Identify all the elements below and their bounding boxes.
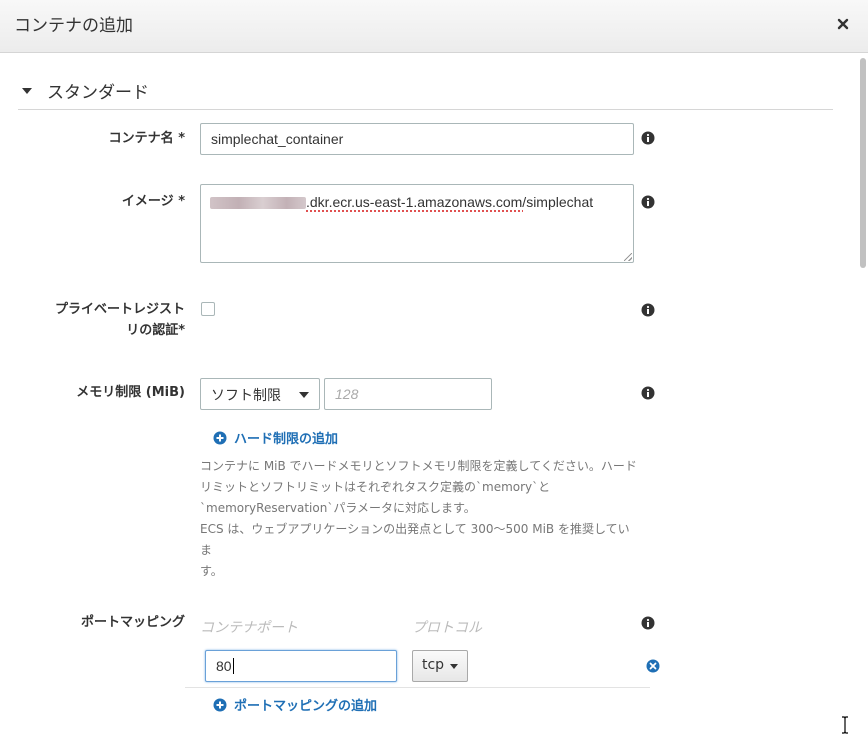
container-port-value: 80	[216, 658, 232, 674]
text-cursor-icon	[842, 716, 848, 734]
image-value: .dkr.ecr.us-east-1.amazonaws.com/simplec…	[306, 194, 594, 210]
image-label: イメージ *	[121, 194, 185, 209]
memory-limit-type-select[interactable]: ソフト制限	[200, 378, 320, 410]
row-divider	[185, 687, 650, 688]
protocol-header: プロトコル	[412, 620, 482, 636]
private-registry-checkbox[interactable]	[201, 302, 215, 316]
dialog-title: コンテナの追加	[14, 16, 133, 36]
add-hard-limit-link[interactable]: ハード制限の追加	[213, 428, 338, 447]
text-caret	[232, 658, 234, 674]
scrollbar[interactable]	[858, 54, 868, 736]
plus-circle-icon	[213, 431, 227, 444]
dialog-header: コンテナの追加	[0, 0, 868, 53]
protocol-dropdown-button[interactable]: tcp	[412, 650, 468, 682]
section-title: スタンダード	[47, 83, 149, 103]
private-registry-label-line2: リの認証*	[126, 323, 185, 338]
help-line: リミットとソフトリミットはそれぞれタスク定義の`memory`と	[200, 480, 551, 494]
help-line: ECS は、ウェブアプリケーションの出発点として 300～500 MiB を推奨…	[200, 522, 630, 557]
add-port-mapping-label: ポートマッピングの追加	[234, 699, 378, 714]
help-line: コンテナに MiB でハードメモリとソフトメモリ制限を定義してください。ハード	[200, 459, 637, 473]
caret-down-icon[interactable]	[22, 88, 32, 94]
chevron-down-icon	[299, 392, 309, 398]
info-icon[interactable]	[641, 303, 655, 317]
memory-limit-label: メモリ制限 (MiB)	[76, 385, 185, 400]
info-icon[interactable]	[641, 386, 655, 400]
container-name-label: コンテナ名 *	[108, 131, 185, 146]
close-icon[interactable]	[836, 17, 850, 31]
add-port-mapping-link[interactable]: ポートマッピングの追加	[213, 695, 377, 714]
section-standard-header[interactable]: スタンダード	[18, 78, 833, 110]
help-line: す。	[200, 564, 223, 578]
remove-circle-icon[interactable]	[646, 659, 660, 673]
info-icon[interactable]	[641, 616, 655, 630]
spellcheck-underline	[306, 210, 523, 212]
add-hard-limit-label: ハード制限の追加	[234, 432, 339, 447]
port-mapping-label: ポートマッピング	[80, 615, 185, 630]
memory-limit-type-value: ソフト制限	[211, 388, 281, 404]
info-icon[interactable]	[641, 131, 655, 145]
redacted-account-id	[210, 197, 306, 209]
private-registry-label-line1: プライベートレジスト	[54, 302, 185, 317]
container-port-input[interactable]: 80	[205, 650, 397, 682]
caret-down-icon	[450, 664, 458, 669]
resize-handle[interactable]	[624, 253, 632, 261]
image-textarea[interactable]: .dkr.ecr.us-east-1.amazonaws.com/simplec…	[200, 184, 634, 263]
info-icon[interactable]	[641, 195, 655, 209]
private-registry-label: プライベートレジスト リの認証*	[30, 299, 185, 341]
scrollbar-thumb[interactable]	[860, 58, 866, 268]
protocol-value: tcp	[422, 657, 445, 673]
memory-limit-input[interactable]: 128	[324, 378, 492, 410]
plus-circle-icon	[213, 698, 227, 711]
memory-help-text: コンテナに MiB でハードメモリとソフトメモリ制限を定義してください。ハード …	[200, 456, 640, 582]
container-port-header: コンテナポート	[200, 620, 298, 636]
container-name-input[interactable]: simplechat_container	[200, 123, 634, 155]
help-line: `memoryReservation`パラメータに対応します。	[200, 501, 476, 515]
